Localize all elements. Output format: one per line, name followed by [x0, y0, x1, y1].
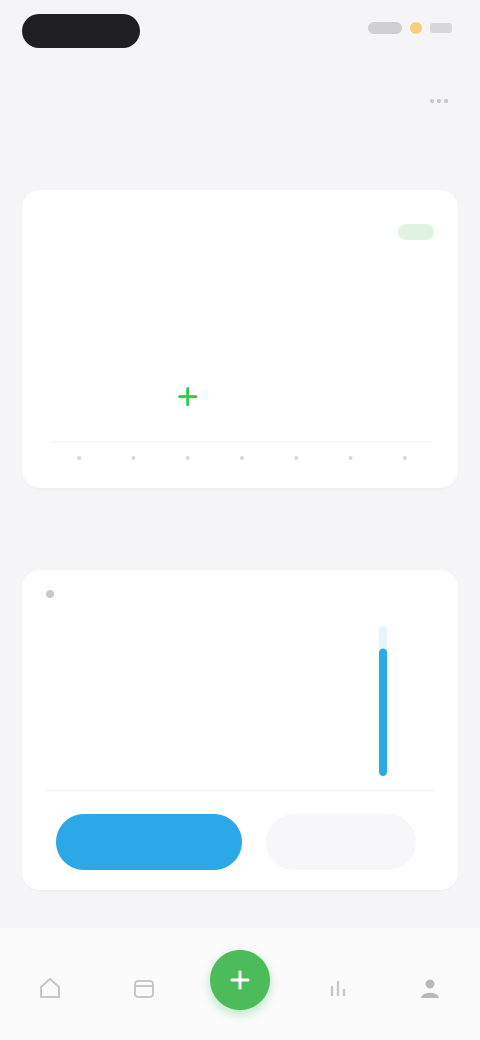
time-pill: [22, 14, 140, 48]
x-tick-mark: [294, 456, 299, 460]
x-tick-mark: [348, 456, 353, 460]
tab-add[interactable]: [210, 950, 270, 1010]
tab-bar: [0, 928, 480, 1040]
goal-bar-fill: [379, 648, 387, 776]
progress-chart-svg: [52, 387, 432, 460]
profile-icon: [421, 979, 439, 998]
tab-calendar[interactable]: [114, 958, 174, 1018]
calendar-icon: [134, 980, 154, 998]
primary-action-button[interactable]: [56, 814, 242, 870]
divider: [46, 790, 434, 791]
home-icon: [40, 977, 60, 998]
more-icon[interactable]: [426, 88, 452, 114]
goal-progress-bar: [368, 626, 398, 776]
signal-icon: [368, 22, 402, 34]
x-tick-mark: [240, 456, 244, 460]
x-tick-mark: [402, 456, 407, 460]
goal-row: [46, 590, 62, 598]
tab-home[interactable]: [20, 958, 80, 1018]
x-tick-mark: [131, 456, 136, 460]
status-badge[interactable]: [398, 224, 434, 240]
data-point[interactable]: [178, 387, 198, 407]
status-icons: [368, 22, 452, 34]
x-tick-mark: [77, 456, 82, 460]
tab-stats[interactable]: [308, 958, 368, 1018]
progress-chart: [42, 300, 442, 470]
summary-card: [22, 190, 458, 488]
bullet-icon: [46, 590, 54, 598]
status-bar: [0, 0, 480, 60]
add-icon: [230, 970, 250, 990]
battery-icon: [430, 23, 452, 33]
goal-card: [22, 570, 458, 890]
secondary-action-button[interactable]: [266, 814, 416, 870]
tab-profile[interactable]: [400, 958, 460, 1018]
header: [24, 78, 456, 126]
wifi-icon: [410, 22, 422, 34]
stats-icon: [330, 980, 346, 997]
x-tick-mark: [185, 456, 190, 460]
